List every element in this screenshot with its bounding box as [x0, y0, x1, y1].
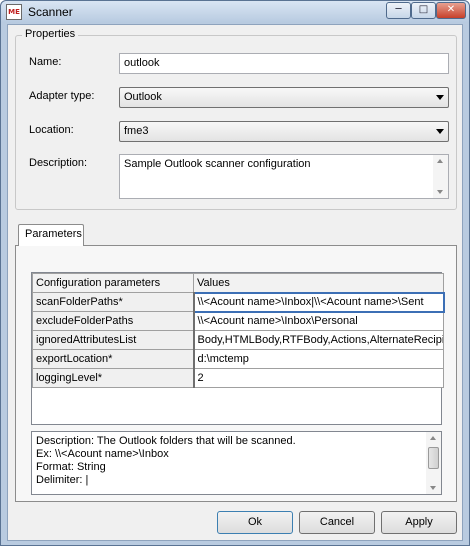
description-value: Sample Outlook scanner configuration — [124, 158, 311, 170]
param-name-cell[interactable]: ignoredAttributesList — [32, 330, 195, 350]
window-title: Scanner — [28, 5, 73, 19]
parameters-grid: Configuration parameters Values scanFold… — [31, 272, 445, 425]
description-line: Ex: \\<Acount name>\Inbox — [36, 448, 169, 460]
param-value-cell[interactable]: \\<Acount name>\Inbox\Personal — [193, 311, 444, 331]
table-row[interactable]: ignoredAttributesList Body,HTMLBody,RTFB… — [32, 330, 444, 350]
close-icon[interactable]: ✕ — [436, 2, 466, 19]
description-scrollbar[interactable] — [433, 155, 448, 198]
adapter-type-value: Outlook — [124, 91, 162, 103]
description-line: Format: String — [36, 461, 106, 473]
scanner-window: ME Scanner ─ □ ✕ Properties Name: outloo… — [0, 0, 470, 546]
properties-group-label: Properties — [22, 28, 79, 40]
properties-group: Properties Name: outlook Adapter type: O… — [15, 28, 457, 210]
scroll-up-icon[interactable] — [430, 436, 436, 440]
apply-button[interactable]: Apply — [381, 511, 457, 534]
description-field[interactable]: Sample Outlook scanner configuration — [119, 154, 449, 199]
param-value-cell[interactable]: \\<Acount name>\Inbox|\\<Acount name>\Se… — [192, 291, 445, 313]
adapter-type-label: Adapter type: — [29, 90, 95, 102]
param-value-cell[interactable]: Body,HTMLBody,RTFBody,Actions,AlternateR… — [193, 330, 444, 350]
param-name-cell[interactable]: exportLocation* — [32, 349, 195, 369]
scroll-up-icon[interactable] — [437, 159, 443, 163]
minimize-icon[interactable]: ─ — [386, 2, 411, 19]
param-value-cell[interactable]: 2 — [193, 368, 444, 388]
name-label: Name: — [29, 56, 62, 68]
param-name-cell[interactable]: scanFolderPaths* — [32, 292, 195, 312]
param-value-cell[interactable]: d:\mctemp — [193, 349, 444, 369]
maximize-icon[interactable]: □ — [411, 2, 436, 19]
parameters-panel: Configuration parameters Values scanFold… — [15, 245, 457, 502]
description-label: Description: — [29, 157, 88, 169]
ok-button[interactable]: Ok — [217, 511, 293, 534]
parameter-description-scrollbar[interactable] — [426, 432, 441, 494]
parameter-description-box[interactable]: Description: The Outlook folders that wi… — [31, 431, 442, 495]
table-row[interactable]: exportLocation* d:\mctemp — [32, 349, 444, 369]
scroll-down-icon[interactable] — [437, 190, 443, 194]
column-header-values: Values — [193, 273, 444, 293]
scroll-thumb[interactable] — [428, 447, 439, 469]
table-row[interactable]: excludeFolderPaths \\<Acount name>\Inbox… — [32, 311, 444, 331]
column-header-parameters: Configuration parameters — [32, 273, 194, 293]
app-icon: ME — [6, 4, 22, 20]
tab-parameters[interactable]: Parameters — [18, 224, 84, 246]
location-value: fme3 — [124, 125, 149, 137]
param-name-cell[interactable]: excludeFolderPaths — [32, 311, 195, 331]
chevron-down-icon — [436, 95, 444, 100]
chevron-down-icon — [436, 129, 444, 134]
param-name-cell[interactable]: loggingLevel* — [32, 368, 195, 388]
description-line: Description: The Outlook folders that wi… — [36, 435, 296, 447]
scroll-down-icon[interactable] — [430, 486, 436, 490]
description-line: Delimiter: | — [36, 474, 89, 486]
adapter-type-select[interactable]: Outlook — [119, 87, 449, 108]
cancel-button[interactable]: Cancel — [299, 511, 375, 534]
table-row[interactable]: scanFolderPaths* \\<Acount name>\Inbox|\… — [32, 291, 445, 313]
title-bar[interactable]: ME Scanner ─ □ ✕ — [1, 1, 469, 23]
dialog-body: Properties Name: outlook Adapter type: O… — [7, 24, 463, 541]
grid-header-row: Configuration parameters Values — [32, 273, 444, 293]
table-row[interactable]: loggingLevel* 2 — [32, 368, 444, 388]
parameters-table: Configuration parameters Values scanFold… — [32, 273, 445, 388]
name-field[interactable]: outlook — [119, 53, 449, 74]
location-label: Location: — [29, 124, 74, 136]
location-select[interactable]: fme3 — [119, 121, 449, 142]
